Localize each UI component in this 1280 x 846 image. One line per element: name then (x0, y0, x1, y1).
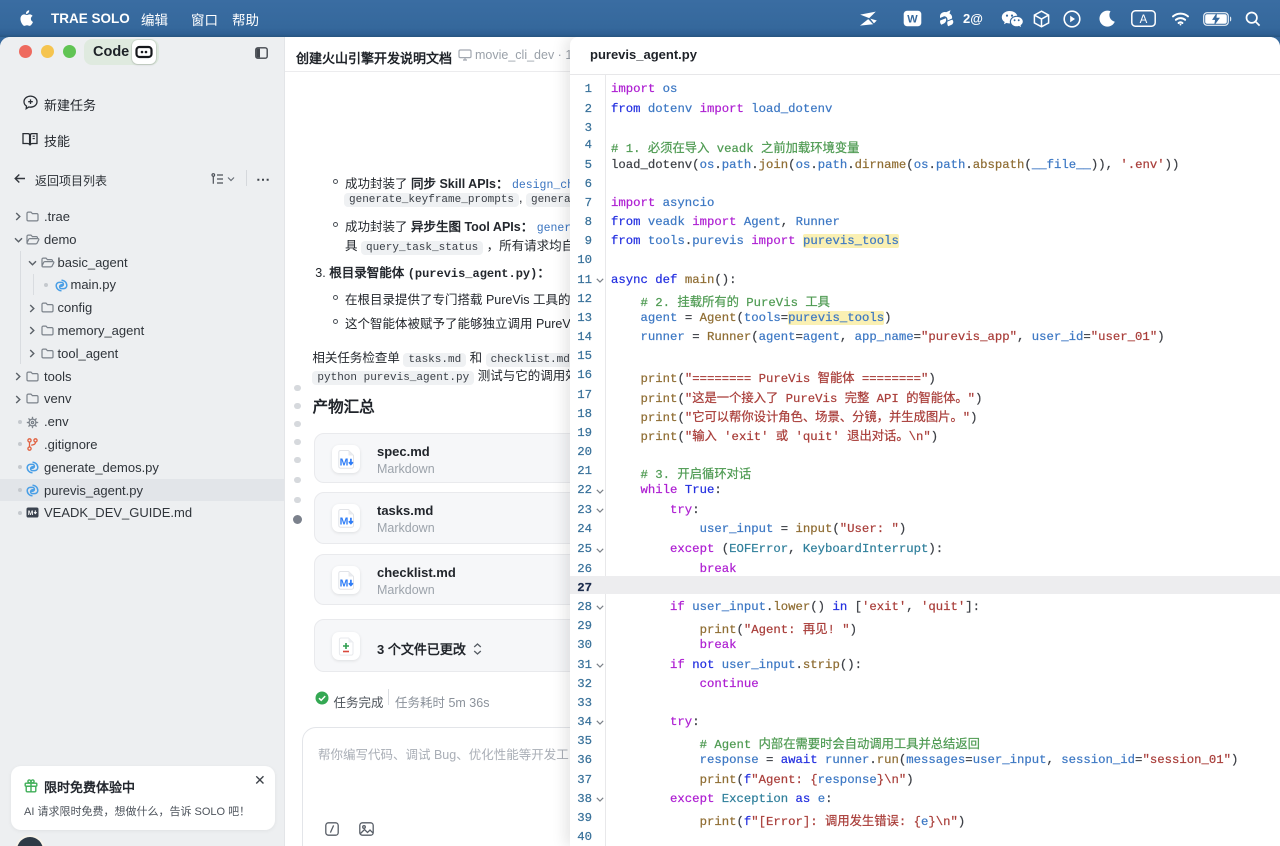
svg-text:M: M (340, 456, 349, 468)
svg-text:M: M (28, 510, 33, 517)
svg-text:W: W (907, 14, 918, 26)
svg-text:A: A (1140, 14, 1148, 26)
svg-text:M: M (340, 578, 349, 590)
svg-text:M: M (340, 516, 349, 528)
